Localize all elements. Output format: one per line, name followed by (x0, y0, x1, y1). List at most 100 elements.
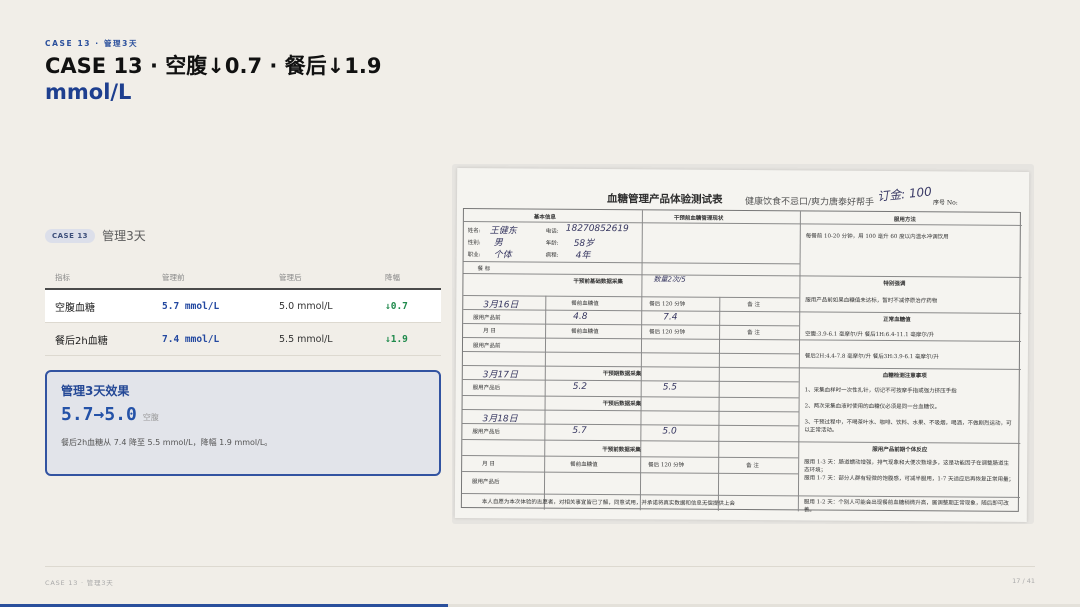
after-cell: 5.0 mmol/L (279, 300, 333, 312)
section-pre-status: 干预前血糖管理现状 (673, 215, 724, 222)
label-before-use: 服用产品前 (472, 343, 501, 350)
label-name: 姓名: (467, 228, 481, 235)
reaction-2: 服用 1-7 天：部分人群有轻微的饱腹感，可减半服用，1-7 天适应后再恢复正常… (804, 475, 1015, 483)
hw-date-1: 3月16日 (483, 300, 519, 311)
hw-job: 个体 (493, 250, 512, 261)
label-fasting: 餐前血糖值 (571, 328, 599, 335)
form-grid: 基本信息 干预前血糖管理现状 服用方法 干预前基础数据采集 特别强调 正常血糖值… (460, 208, 1022, 514)
effect-value-label: 空腹 (142, 413, 159, 422)
metric-cell: 餐后2h血糖 (55, 335, 108, 347)
section-reaction: 服用产品前期个体反应 (872, 446, 928, 454)
usage-text: 每餐前 10-20 分钟，用 100 毫升 60 度以内温水冲调饮用 (805, 233, 949, 241)
label-gender: 性别: (467, 240, 481, 247)
effect-value-row: 5.7→5.0 空腹 (61, 404, 425, 425)
special-text: 服用产品前如果血糖值未达标，暂时不减停原治疗药物 (805, 297, 938, 305)
page-number: 17 / 41 (1012, 577, 1035, 585)
label-date: 月 日 (482, 461, 495, 468)
test-form-photo: 血糖管理产品体验测试表 健康饮食不忌口/爽力唐泰好帮手 序号 No: 订金: 1… (452, 164, 1034, 524)
hw-v1a: 4.8 (573, 311, 588, 322)
note-3: 3、干预过程中，不喝茶叶水、咖啡、饮料、水果、不吸烟，喝酒，不做剧烈运动，可以正… (804, 419, 1012, 434)
section-post-data: 干预前数据采集 (602, 447, 641, 454)
table-row: 空腹血糖 5.7 mmol/L 5.0 mmol/L ↓0.7 (45, 290, 441, 323)
reaction-1: 服用 1-3 天：肠道蠕动增强，排气现象和大便次数增多，这是功能因子在调整肠道生… (804, 459, 1010, 474)
label-fasting: 餐前血糖值 (571, 300, 599, 307)
effect-value: 5.7→5.0 (61, 404, 137, 425)
grid-line (463, 261, 800, 265)
page-title-unit: mmol/L (45, 80, 132, 104)
before-cell: 7.4 mmol/L (162, 333, 220, 345)
grid-line (462, 365, 1021, 370)
table-header-cell: 指标 (55, 272, 70, 282)
label-post120: 餐后 120 分钟 (649, 329, 686, 336)
hw-v3b: 5.0 (662, 426, 677, 437)
hw-date-2: 3月17日 (482, 370, 519, 381)
grid-line (462, 351, 799, 355)
footer-label: CASE 13 · 管理3天 (45, 579, 114, 587)
note-1: 1、采集血样时一次性扎针，切记不可按摩手指或强力挤压手指 (804, 387, 957, 395)
form-seq: 序号 No: (932, 199, 958, 207)
grid-line (463, 337, 1022, 342)
paper-sheet: 血糖管理产品体验测试表 健康饮食不忌口/爽力唐泰好帮手 序号 No: 订金: 1… (454, 168, 1030, 522)
grid-line (463, 273, 1022, 278)
comparison-table: 指标 管理前 管理后 降幅 空腹血糖 5.7 mmol/L 5.0 mmol/L… (45, 266, 441, 356)
label-after-use: 服用产品后 (472, 429, 500, 436)
section-mid-data2: 干预后数据采集 (602, 401, 642, 408)
grid-line (462, 471, 799, 475)
hw-v2b: 5.5 (662, 382, 678, 393)
grid-line (639, 210, 643, 511)
grid-line (462, 439, 1021, 444)
effect-card: 管理3天效果 5.7→5.0 空腹 餐后2h血糖从 7.4 降至 5.5 mmo… (45, 370, 441, 476)
grid-line (463, 221, 1022, 226)
effect-heading: 管理3天效果 (61, 384, 130, 398)
metric-cell: 空腹血糖 (55, 302, 95, 314)
hw-v1b: 7.4 (663, 312, 678, 323)
hw-course: 4年 (575, 250, 591, 261)
hw-v3a: 5.7 (572, 425, 587, 436)
table-header-cell: 管理前 (162, 272, 185, 282)
footer-divider (45, 566, 1035, 567)
label-meal: 餐 标 (477, 266, 491, 273)
section-normal: 正常血糖值 (883, 316, 911, 324)
section-notes: 血糖检测注意事项 (882, 372, 927, 380)
label-post120: 餐后 120 分钟 (648, 462, 685, 469)
drop-cell: ↓0.7 (385, 300, 408, 312)
table-header-cell: 管理后 (279, 272, 302, 282)
label-course: 病程: (545, 252, 559, 259)
section-usage: 服用方法 (893, 217, 916, 224)
form-title: 血糖管理产品体验测试表 (606, 193, 723, 206)
case-pill: CASE 13 (45, 228, 96, 243)
table-row: 餐后2h血糖 7.4 mmol/L 5.5 mmol/L ↓1.9 (45, 323, 441, 356)
grid-line (797, 211, 801, 512)
eyebrow: CASE 13 · 管理3天 (45, 39, 139, 48)
page-title: CASE 13 · 空腹↓0.7 · 餐后↓1.9 mmol/L (45, 53, 465, 105)
grid-line (463, 323, 800, 327)
label-before-use: 服用产品前 (473, 315, 501, 322)
handwritten-signature: 订金: 100 (876, 184, 933, 204)
consent-line: 本人自愿为本次体验的志愿者，对相关事宜皆已了解，同意试用，并承诺将真实数据和信息… (481, 499, 735, 507)
note-2: 2、两次采集血液时使用的血糖仪必须是同一台血糖仪。 (804, 403, 941, 411)
table-header-cell: 降幅 (385, 272, 400, 282)
grid-line (463, 309, 1022, 314)
normal-text-1: 空腹:3.9-6.1 毫摩尔/升 餐后1H:6.4-11.1 毫摩尔/升 (805, 331, 935, 339)
normal-text-2: 餐后2H:4.4-7.8 毫摩尔/升 餐后3H:3.9-6.1 毫摩尔/升 (804, 353, 939, 361)
hw-note-top: 数量2次/5 (653, 275, 686, 284)
form-slogan: 健康饮食不忌口/爽力唐泰好帮手 (744, 197, 875, 208)
effect-description: 餐后2h血糖从 7.4 降至 5.5 mmol/L，降幅 1.9 mmol/L。 (61, 438, 273, 447)
label-fasting: 餐前血糖值 (570, 461, 598, 468)
case-subtitle: 管理3天 (102, 229, 146, 243)
after-cell: 5.5 mmol/L (279, 333, 333, 345)
drop-cell: ↓1.9 (385, 333, 408, 345)
grid-line (717, 296, 721, 511)
section-special: 特别强调 (883, 280, 906, 288)
label-job: 职业: (467, 252, 481, 259)
label-after-use: 服用产品后 (472, 479, 500, 486)
table-header: 指标 管理前 管理后 降幅 (45, 266, 441, 290)
label-remark: 备 注 (747, 330, 760, 337)
section-basic: 基本信息 (533, 214, 556, 221)
label-date: 月 日 (483, 328, 496, 335)
section-pre-data: 干预前基础数据采集 (573, 278, 623, 286)
label-remark: 备 注 (746, 463, 759, 470)
label-after-use: 服用产品后 (472, 385, 501, 392)
before-cell: 5.7 mmol/L (162, 300, 220, 312)
label-phone: 电话: (545, 228, 559, 235)
